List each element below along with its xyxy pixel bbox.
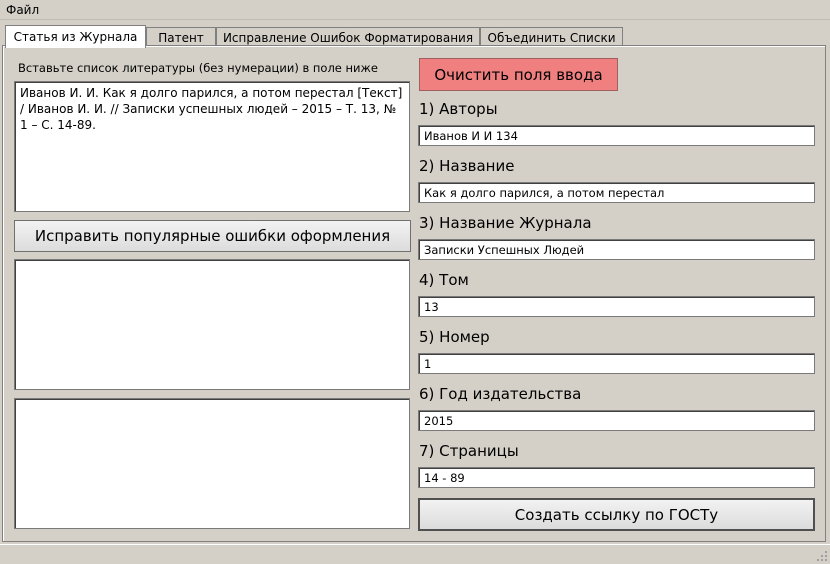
journal-name-label: 3) Название Журнала xyxy=(419,214,592,232)
output-textarea-1[interactable] xyxy=(14,259,410,390)
bibliography-input[interactable]: Иванов И. И. Как я долго парился, а пото… xyxy=(14,81,410,212)
resize-grip-icon[interactable] xyxy=(816,550,828,562)
authors-input[interactable] xyxy=(418,125,815,146)
title-label: 2) Название xyxy=(419,157,515,175)
year-input[interactable] xyxy=(418,410,815,431)
tab-format-fix[interactable]: Исправление Ошибок Форматирования xyxy=(216,27,480,47)
year-label: 6) Год издательства xyxy=(419,385,582,403)
tab-strip: Статья из Журнала Патент Исправление Оши… xyxy=(0,25,830,48)
tab-merge-lists[interactable]: Объединить Списки xyxy=(480,27,623,47)
issue-label: 5) Номер xyxy=(419,328,490,346)
tab-journal-article[interactable]: Статья из Журнала xyxy=(5,25,146,48)
journal-name-input[interactable] xyxy=(418,239,815,260)
menu-bar: Файл xyxy=(0,0,830,20)
volume-input[interactable] xyxy=(418,296,815,317)
pages-label: 7) Страницы xyxy=(419,442,519,460)
menu-file[interactable]: Файл xyxy=(6,3,39,17)
status-bar xyxy=(0,544,830,564)
clear-fields-button[interactable]: Очистить поля ввода xyxy=(419,58,618,91)
title-input[interactable] xyxy=(418,182,815,203)
authors-label: 1) Авторы xyxy=(419,100,498,118)
instruction-label: Вставьте список литературы (без нумераци… xyxy=(18,61,378,75)
fix-errors-button[interactable]: Исправить популярные ошибки оформления xyxy=(14,220,411,252)
pages-input[interactable] xyxy=(418,467,815,488)
create-gost-reference-button[interactable]: Создать ссылку по ГОСТу xyxy=(418,498,815,531)
volume-label: 4) Том xyxy=(419,271,469,289)
tab-patent[interactable]: Патент xyxy=(146,27,216,47)
output-textarea-2[interactable] xyxy=(14,398,410,529)
issue-input[interactable] xyxy=(418,353,815,374)
